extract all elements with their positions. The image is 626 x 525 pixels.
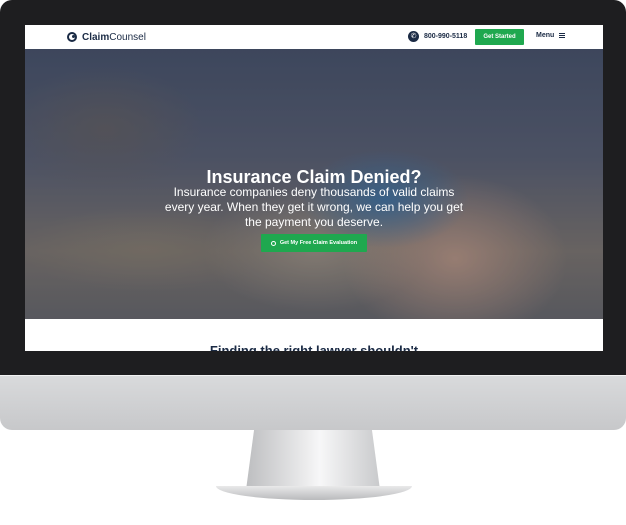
logo-text-light: Counsel <box>109 31 146 43</box>
top-navigation: Claim Counsel ✆ 800-990-5118 Get Started… <box>25 25 603 49</box>
phone-number: 800-990-5118 <box>424 33 468 40</box>
monitor-stand-foot <box>216 486 412 500</box>
phone-icon: ✆ <box>408 31 419 42</box>
section-heading: Finding the right lawyer shouldn't <box>209 343 419 351</box>
phone-link[interactable]: ✆ 800-990-5118 <box>408 31 467 42</box>
site-logo[interactable]: Claim Counsel <box>67 31 146 43</box>
monitor-chin <box>0 375 626 430</box>
logo-text-strong: Claim <box>82 31 110 43</box>
hero-description: Insurance companies deny thousands of va… <box>164 185 464 229</box>
free-claim-evaluation-label: Get My Free Claim Evaluation <box>279 240 358 246</box>
get-started-button[interactable]: Get Started <box>475 29 524 45</box>
circle-icon <box>270 240 276 246</box>
logo-mark-icon <box>67 32 77 42</box>
menu-label: Menu <box>536 32 555 39</box>
monitor-screen: Claim Counsel ✆ 800-990-5118 Get Started… <box>25 25 603 351</box>
menu-button[interactable]: Menu <box>536 32 566 39</box>
hamburger-menu-icon <box>559 33 566 38</box>
hero-section: Insurance Claim Denied? Insurance compan… <box>25 49 603 319</box>
free-claim-evaluation-button[interactable]: Get My Free Claim Evaluation <box>261 234 367 252</box>
monitor-stand-neck <box>246 430 380 490</box>
